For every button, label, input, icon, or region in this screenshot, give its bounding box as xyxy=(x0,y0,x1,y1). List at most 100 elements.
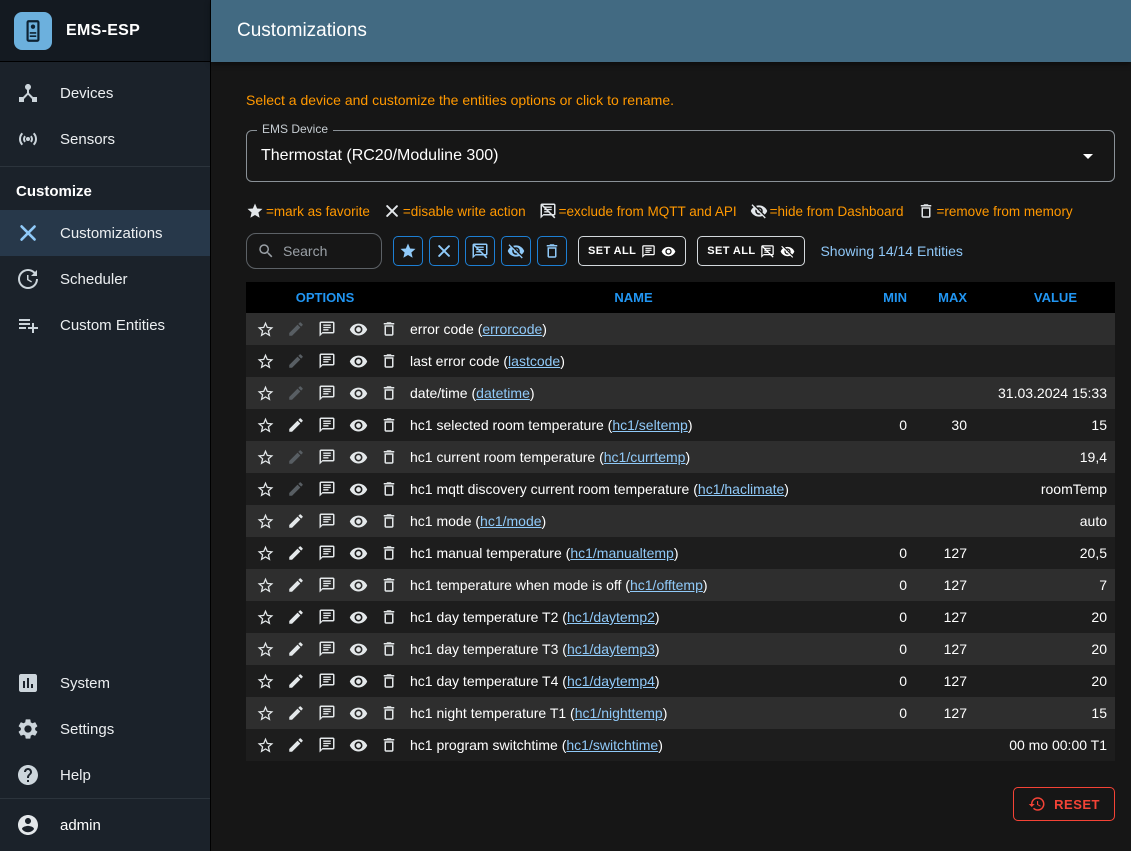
remove-memory-button[interactable] xyxy=(376,668,402,694)
hide-dashboard-button[interactable] xyxy=(345,604,371,630)
entity-tag-link[interactable]: hc1/daytemp4 xyxy=(567,673,655,689)
favorite-star-button[interactable] xyxy=(252,572,278,598)
mqtt-api-exclude-button[interactable] xyxy=(314,732,340,758)
set-all-hidden-button[interactable]: SET ALL xyxy=(697,236,805,266)
entity-tag-link[interactable]: hc1/haclimate xyxy=(698,481,784,497)
sidebar-item-admin[interactable]: admin xyxy=(0,799,210,851)
entity-name-cell[interactable]: hc1 day temperature T4 (hc1/daytemp4) xyxy=(404,665,863,697)
mqtt-api-exclude-button[interactable] xyxy=(314,444,340,470)
hide-dashboard-button[interactable] xyxy=(345,412,371,438)
hide-dashboard-button[interactable] xyxy=(345,636,371,662)
filter-favorite-button[interactable] xyxy=(393,236,423,266)
favorite-star-button[interactable] xyxy=(252,604,278,630)
ems-device-select[interactable]: EMS Device Thermostat (RC20/Moduline 300… xyxy=(246,130,1115,182)
remove-memory-button[interactable] xyxy=(376,380,402,406)
hide-dashboard-button[interactable] xyxy=(345,572,371,598)
entity-name-cell[interactable]: hc1 temperature when mode is off (hc1/of… xyxy=(404,569,863,601)
hide-dashboard-button[interactable] xyxy=(345,508,371,534)
hide-dashboard-button[interactable] xyxy=(345,316,371,342)
mqtt-api-exclude-button[interactable] xyxy=(314,380,340,406)
edit-write-button[interactable] xyxy=(283,540,309,566)
entity-tag-link[interactable]: hc1/manualtemp xyxy=(570,545,674,561)
edit-write-button[interactable] xyxy=(283,348,309,374)
entity-tag-link[interactable]: hc1/daytemp3 xyxy=(567,641,655,657)
edit-write-button[interactable] xyxy=(283,444,309,470)
remove-memory-button[interactable] xyxy=(376,444,402,470)
entity-name-cell[interactable]: hc1 mqtt discovery current room temperat… xyxy=(404,473,863,505)
entity-name-cell[interactable]: hc1 day temperature T3 (hc1/daytemp3) xyxy=(404,633,863,665)
edit-write-button[interactable] xyxy=(283,636,309,662)
sidebar-item-customizations[interactable]: Customizations xyxy=(0,210,210,256)
entity-tag-link[interactable]: hc1/seltemp xyxy=(612,417,687,433)
favorite-star-button[interactable] xyxy=(252,700,278,726)
hide-dashboard-button[interactable] xyxy=(345,540,371,566)
mqtt-api-exclude-button[interactable] xyxy=(314,700,340,726)
mqtt-api-exclude-button[interactable] xyxy=(314,540,340,566)
remove-memory-button[interactable] xyxy=(376,540,402,566)
entity-name-cell[interactable]: hc1 day temperature T2 (hc1/daytemp2) xyxy=(404,601,863,633)
sidebar-item-devices[interactable]: Devices xyxy=(0,70,210,116)
remove-memory-button[interactable] xyxy=(376,636,402,662)
sidebar-item-system[interactable]: System xyxy=(0,660,210,706)
filter-hide-dashboard-button[interactable] xyxy=(501,236,531,266)
entity-tag-link[interactable]: datetime xyxy=(476,385,530,401)
hide-dashboard-button[interactable] xyxy=(345,732,371,758)
entity-tag-link[interactable]: lastcode xyxy=(508,353,560,369)
mqtt-api-exclude-button[interactable] xyxy=(314,604,340,630)
favorite-star-button[interactable] xyxy=(252,444,278,470)
set-all-visible-button[interactable]: SET ALL xyxy=(578,236,686,266)
sidebar-item-custom-entities[interactable]: Custom Entities xyxy=(0,302,210,348)
mqtt-api-exclude-button[interactable] xyxy=(314,348,340,374)
entity-tag-link[interactable]: hc1/currtemp xyxy=(604,449,686,465)
favorite-star-button[interactable] xyxy=(252,540,278,566)
hide-dashboard-button[interactable] xyxy=(345,668,371,694)
remove-memory-button[interactable] xyxy=(376,572,402,598)
edit-write-button[interactable] xyxy=(283,412,309,438)
entity-name-cell[interactable]: hc1 manual temperature (hc1/manualtemp) xyxy=(404,537,863,569)
search-input[interactable] xyxy=(283,243,371,259)
entity-tag-link[interactable]: hc1/mode xyxy=(480,513,541,529)
remove-memory-button[interactable] xyxy=(376,732,402,758)
remove-memory-button[interactable] xyxy=(376,348,402,374)
favorite-star-button[interactable] xyxy=(252,668,278,694)
sidebar-item-help[interactable]: Help xyxy=(0,752,210,798)
favorite-star-button[interactable] xyxy=(252,412,278,438)
entity-tag-link[interactable]: hc1/offtemp xyxy=(630,577,703,593)
favorite-star-button[interactable] xyxy=(252,508,278,534)
remove-memory-button[interactable] xyxy=(376,604,402,630)
hide-dashboard-button[interactable] xyxy=(345,476,371,502)
hide-dashboard-button[interactable] xyxy=(345,700,371,726)
remove-memory-button[interactable] xyxy=(376,476,402,502)
edit-write-button[interactable] xyxy=(283,604,309,630)
edit-write-button[interactable] xyxy=(283,732,309,758)
mqtt-api-exclude-button[interactable] xyxy=(314,668,340,694)
remove-memory-button[interactable] xyxy=(376,412,402,438)
entity-name-cell[interactable]: hc1 current room temperature (hc1/currte… xyxy=(404,441,863,473)
reset-button[interactable]: RESET xyxy=(1013,787,1115,821)
sidebar-item-sensors[interactable]: Sensors xyxy=(0,116,210,162)
remove-memory-button[interactable] xyxy=(376,316,402,342)
edit-write-button[interactable] xyxy=(283,668,309,694)
favorite-star-button[interactable] xyxy=(252,636,278,662)
entity-name-cell[interactable]: date/time (datetime) xyxy=(404,377,863,409)
entity-tag-link[interactable]: errorcode xyxy=(482,321,542,337)
favorite-star-button[interactable] xyxy=(252,380,278,406)
edit-write-button[interactable] xyxy=(283,476,309,502)
remove-memory-button[interactable] xyxy=(376,700,402,726)
remove-memory-button[interactable] xyxy=(376,508,402,534)
entity-name-cell[interactable]: last error code (lastcode) xyxy=(404,345,863,377)
filter-mqtt-exclude-button[interactable] xyxy=(465,236,495,266)
edit-write-button[interactable] xyxy=(283,572,309,598)
favorite-star-button[interactable] xyxy=(252,476,278,502)
edit-write-button[interactable] xyxy=(283,380,309,406)
hide-dashboard-button[interactable] xyxy=(345,348,371,374)
mqtt-api-exclude-button[interactable] xyxy=(314,572,340,598)
edit-write-button[interactable] xyxy=(283,316,309,342)
mqtt-api-exclude-button[interactable] xyxy=(314,412,340,438)
entity-name-cell[interactable]: hc1 program switchtime (hc1/switchtime) xyxy=(404,729,863,761)
edit-write-button[interactable] xyxy=(283,508,309,534)
hide-dashboard-button[interactable] xyxy=(345,444,371,470)
entity-name-cell[interactable]: hc1 selected room temperature (hc1/selte… xyxy=(404,409,863,441)
entity-name-cell[interactable]: error code (errorcode) xyxy=(404,313,863,345)
filter-remove-memory-button[interactable] xyxy=(537,236,567,266)
